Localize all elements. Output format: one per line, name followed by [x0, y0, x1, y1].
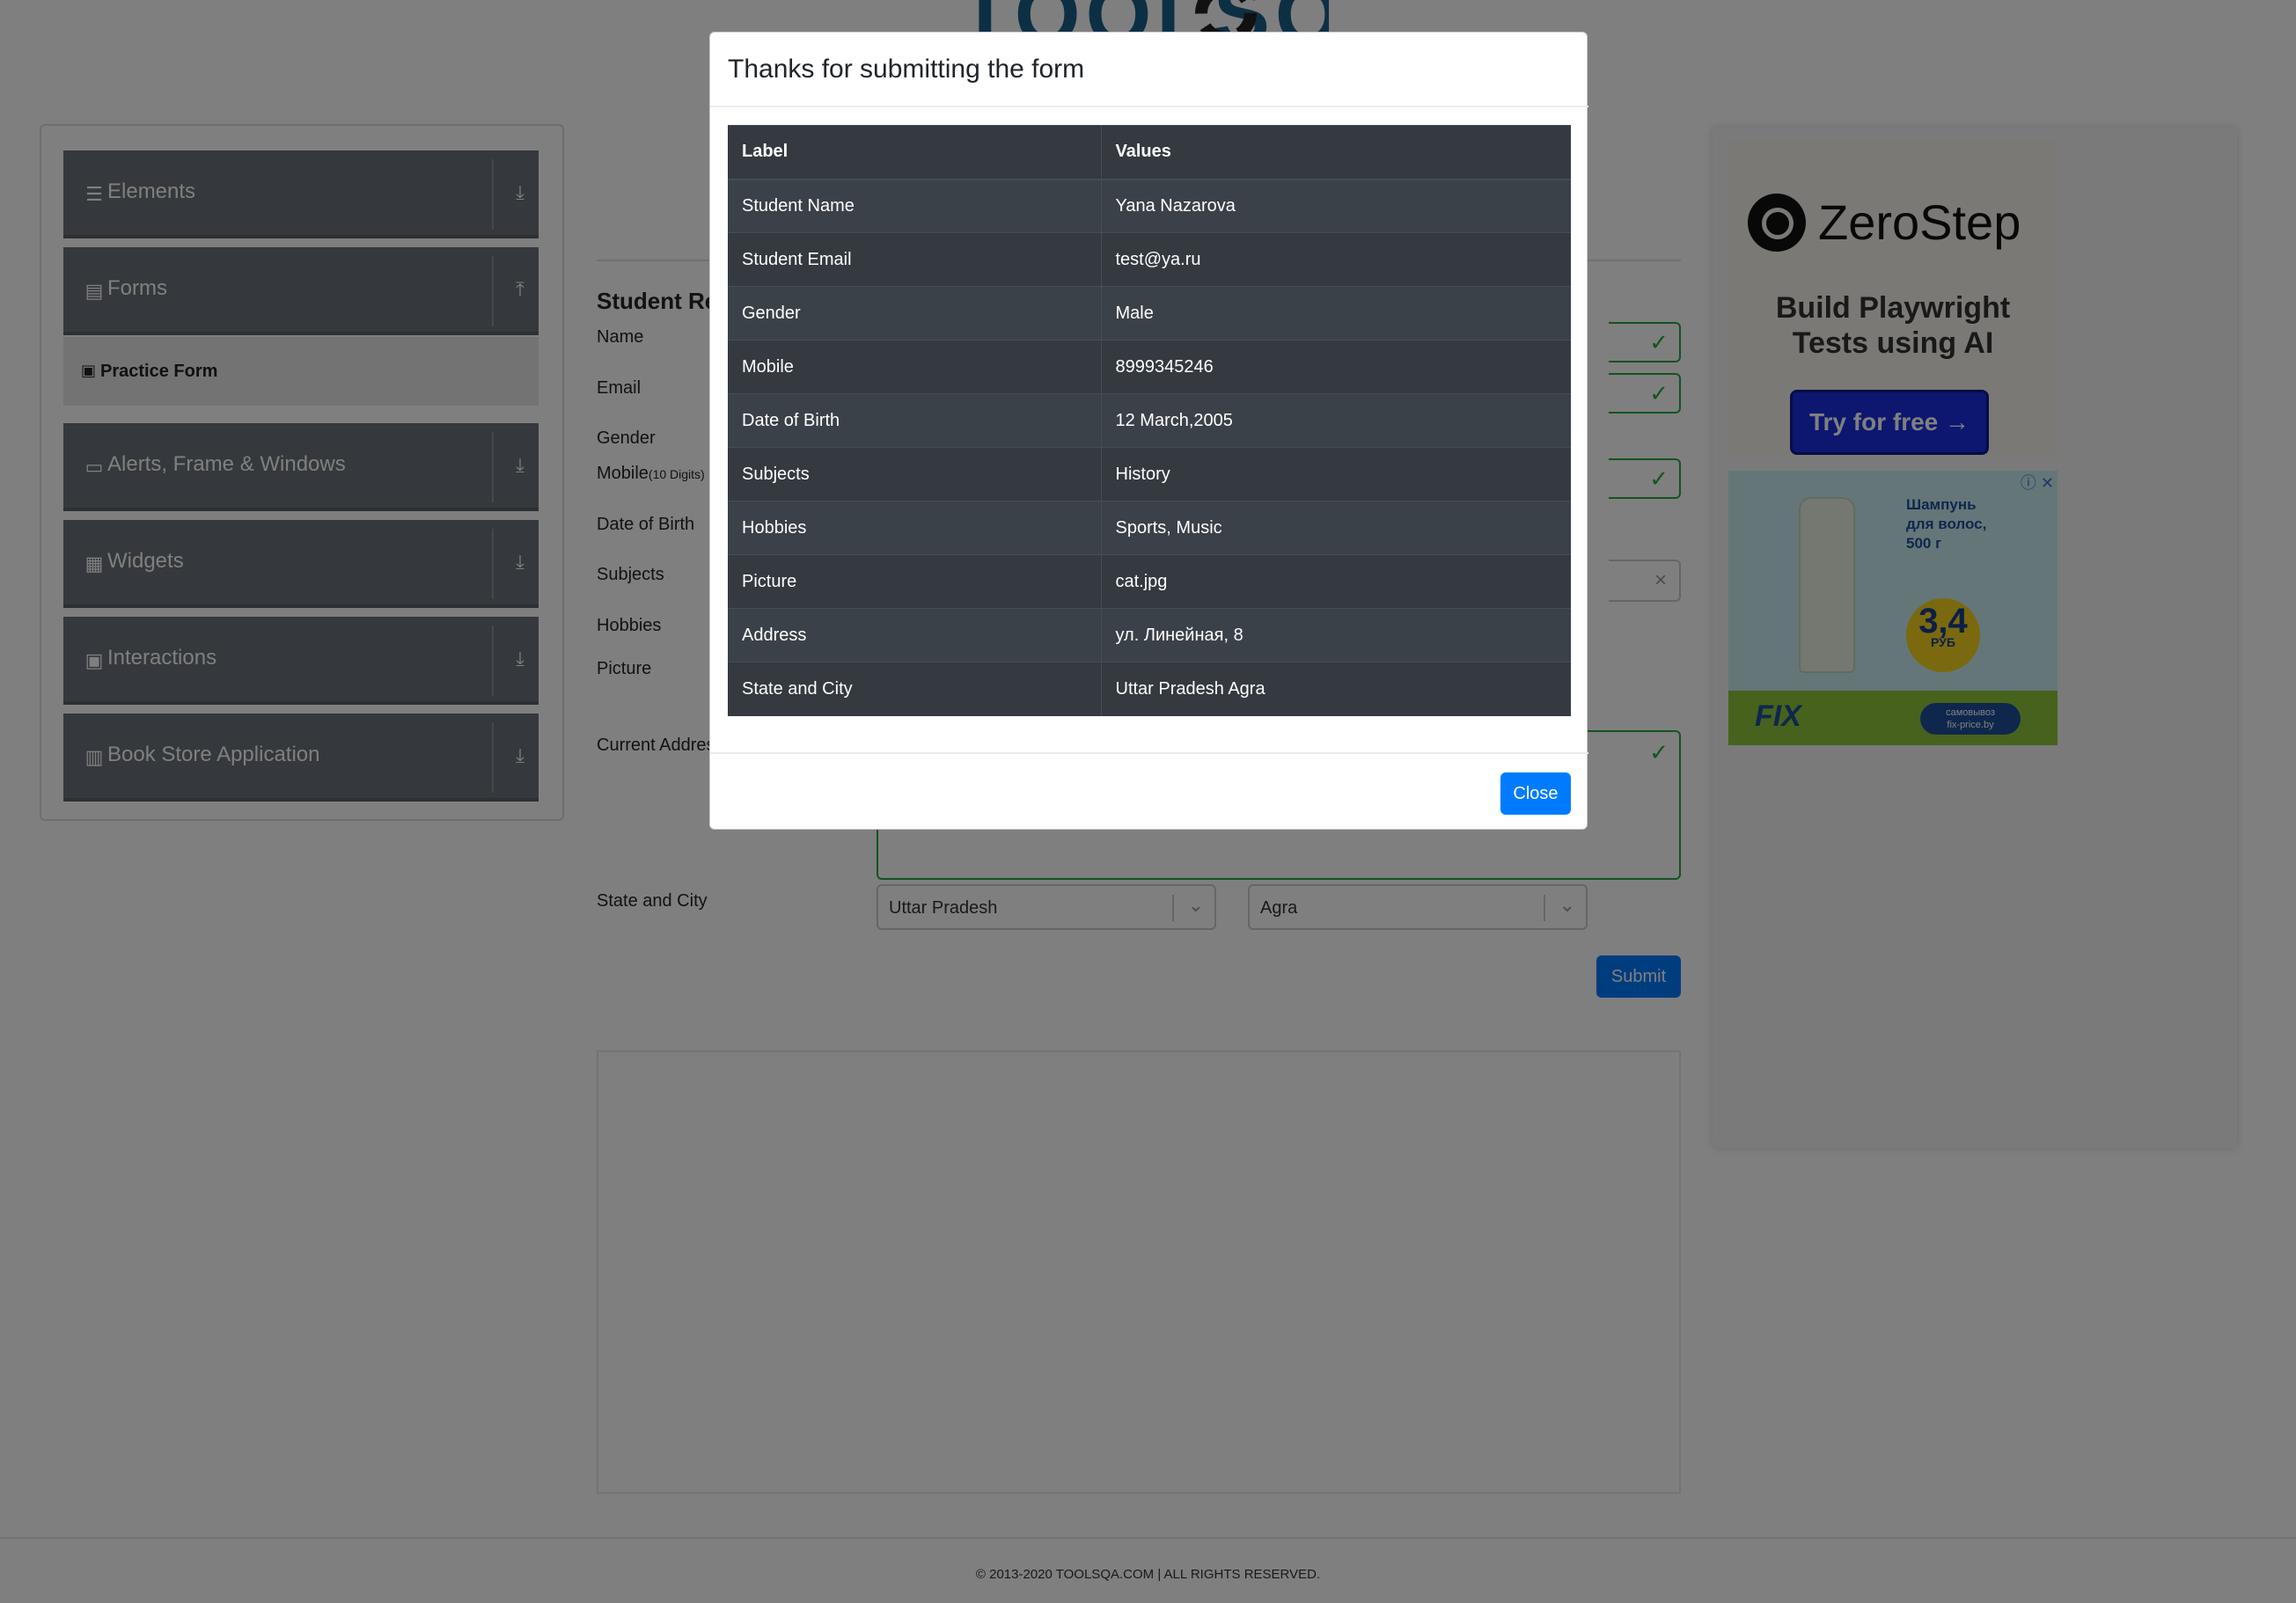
row-label: Date of Birth: [728, 393, 1102, 448]
row-label: Hobbies: [728, 501, 1102, 555]
row-value: Uttar Pradesh Agra: [1101, 662, 1571, 716]
table-row: Date of Birth 12 March,2005: [728, 393, 1571, 448]
row-label: Mobile: [728, 340, 1102, 394]
table-row: Student Name Yana Nazarova: [728, 179, 1571, 233]
row-label: State and City: [728, 662, 1102, 716]
row-value: Sports, Music: [1101, 501, 1571, 555]
row-label: Gender: [728, 286, 1102, 340]
table-header-row: Label Values: [728, 125, 1571, 180]
table-row: Student Email test@ya.ru: [728, 232, 1571, 287]
modal-header: Thanks for submitting the form: [710, 33, 1588, 107]
row-value: 12 March,2005: [1101, 393, 1571, 448]
row-label: Picture: [728, 554, 1102, 609]
column-header-label: Label: [728, 125, 1102, 180]
table-row: Hobbies Sports, Music: [728, 501, 1571, 555]
submission-modal: Thanks for submitting the form Label Val…: [709, 32, 1588, 830]
modal-footer: Close: [710, 752, 1588, 831]
row-value: History: [1101, 447, 1571, 501]
row-label: Student Email: [728, 232, 1102, 287]
row-label: Subjects: [728, 447, 1102, 501]
row-value: ул. Линейная, 8: [1101, 608, 1571, 662]
column-header-values: Values: [1101, 125, 1571, 180]
modal-title: Thanks for submitting the form: [728, 55, 1085, 84]
row-label: Student Name: [728, 179, 1102, 233]
close-button[interactable]: Close: [1500, 772, 1571, 815]
table-row: Mobile 8999345246: [728, 340, 1571, 394]
table-row: Address ул. Линейная, 8: [728, 608, 1571, 662]
row-value: 8999345246: [1101, 340, 1571, 394]
row-value: cat.jpg: [1101, 554, 1571, 609]
table-row: Picture cat.jpg: [728, 554, 1571, 609]
row-label: Address: [728, 608, 1102, 662]
submission-table: Label Values Student Name Yana Nazarova S…: [728, 125, 1571, 716]
table-row: Gender Male: [728, 286, 1571, 340]
row-value: test@ya.ru: [1101, 232, 1571, 287]
table-row: State and City Uttar Pradesh Agra: [728, 662, 1571, 716]
row-value: Male: [1101, 286, 1571, 340]
row-value: Yana Nazarova: [1101, 179, 1571, 233]
table-row: Subjects History: [728, 447, 1571, 501]
